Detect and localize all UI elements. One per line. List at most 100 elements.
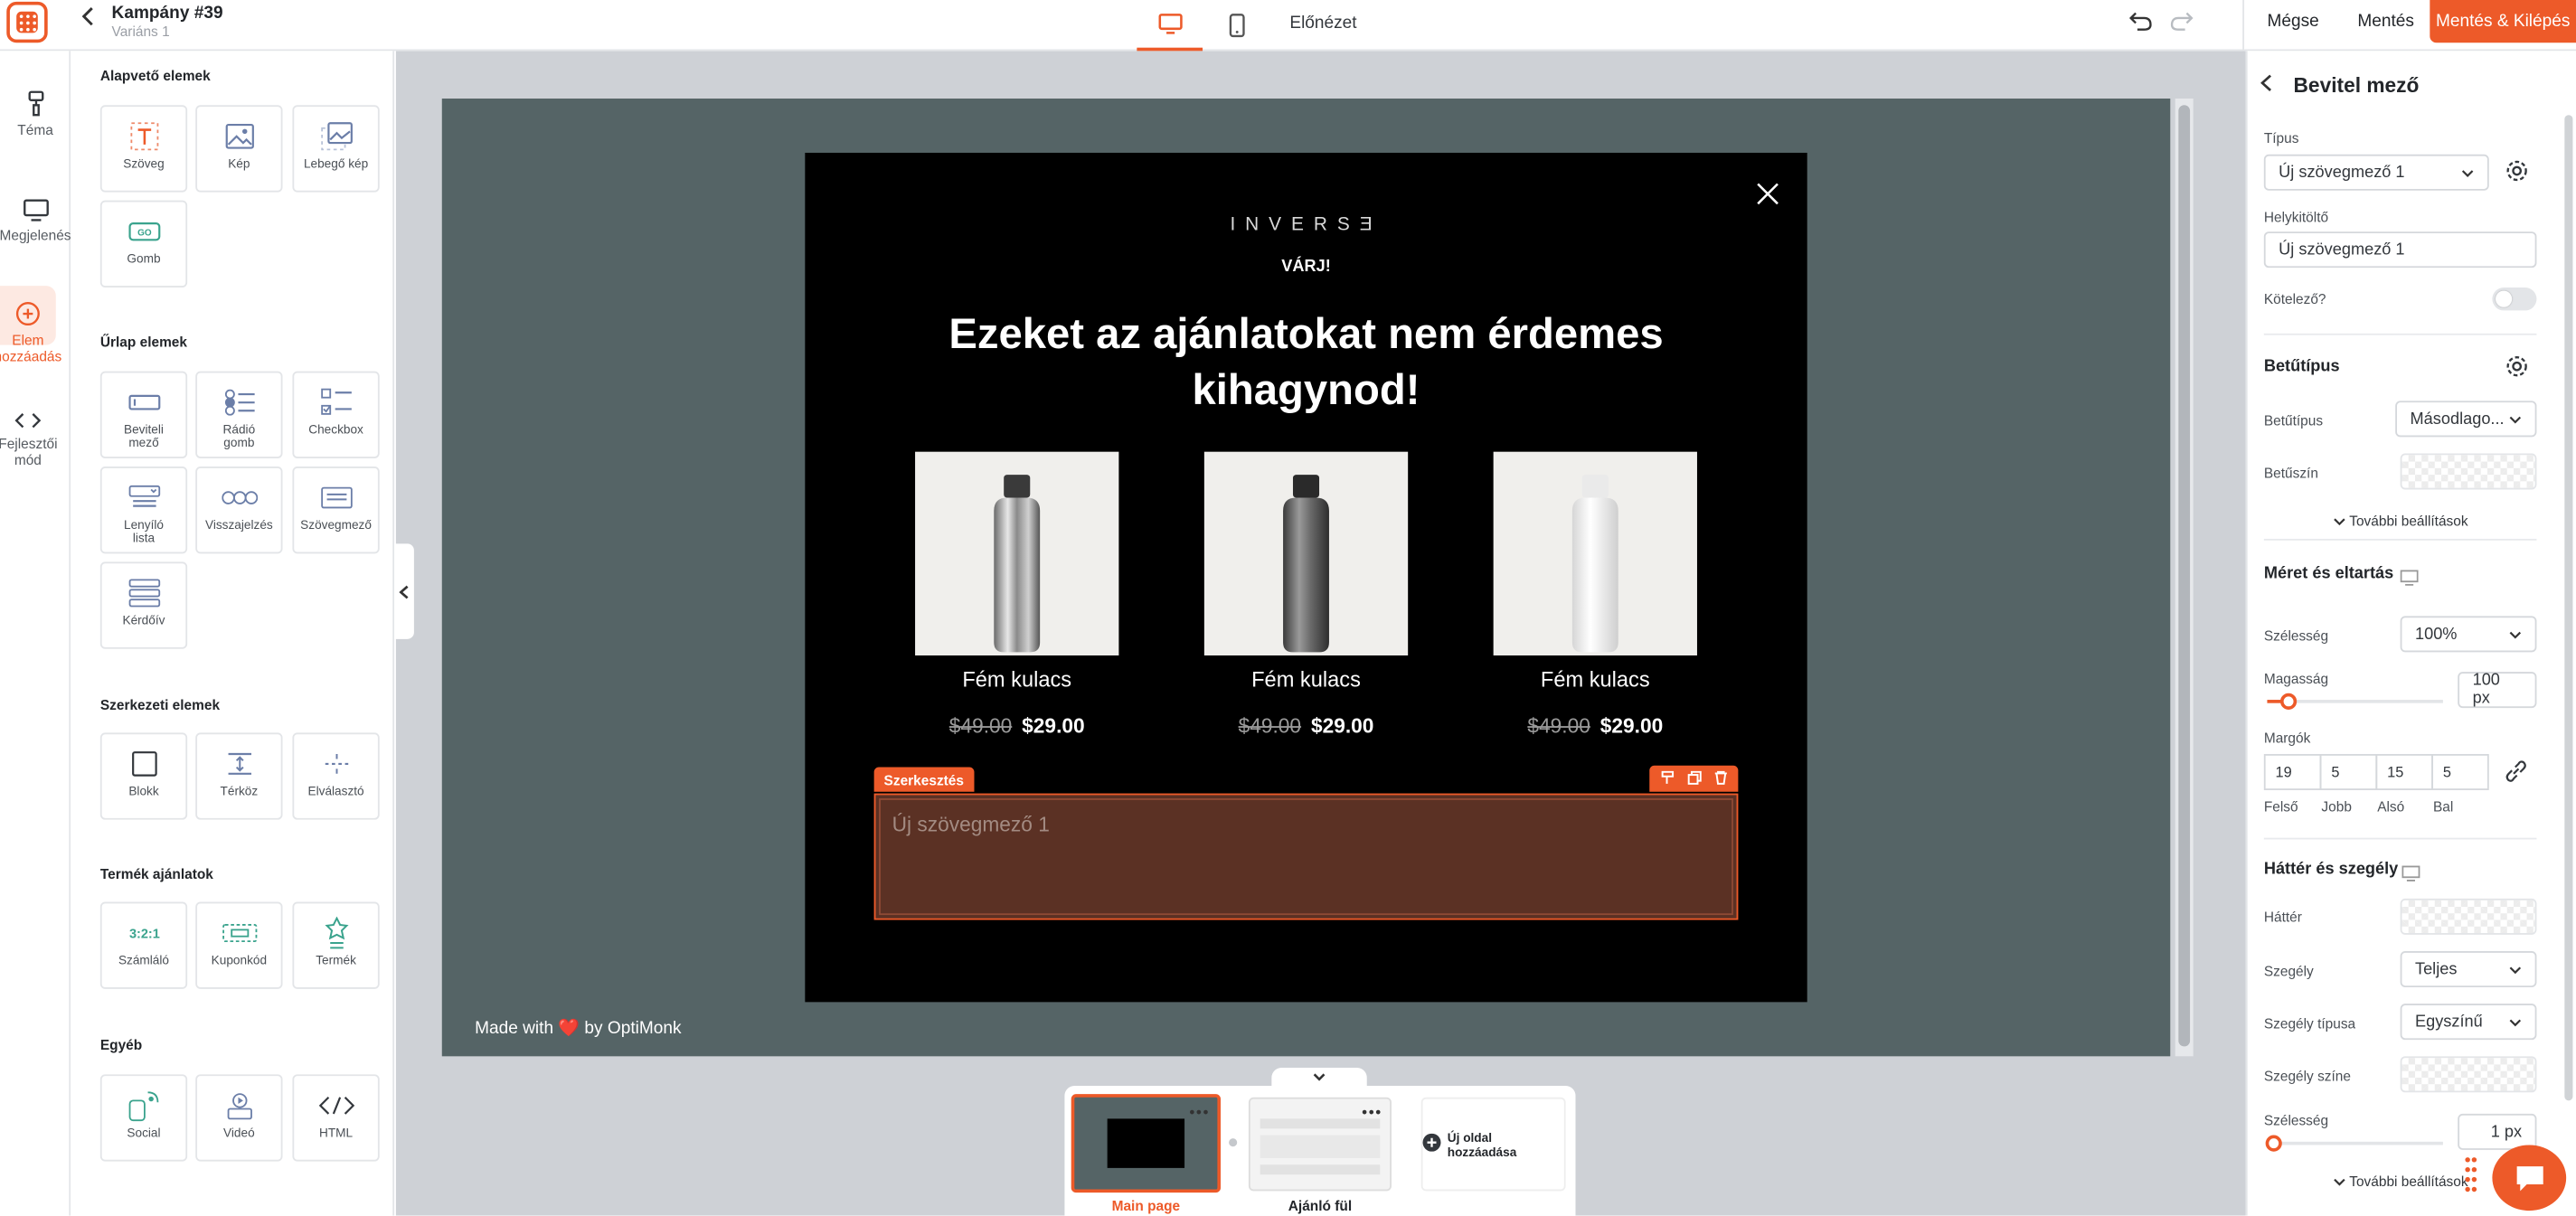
border-type-select[interactable]: Egyszínű <box>2400 1004 2537 1041</box>
element-product[interactable]: Termék <box>292 901 380 989</box>
page-label-offer[interactable]: Ajánló fül <box>1249 1198 1392 1214</box>
pages-collapse-toggle[interactable] <box>1271 1068 1367 1088</box>
element-floating-image[interactable]: Lebegő kép <box>292 105 380 193</box>
countdown-icon: 3:2:1 <box>126 917 162 949</box>
font-color-swatch[interactable] <box>2400 453 2537 490</box>
border-width-slider-handle[interactable] <box>2265 1135 2282 1152</box>
chat-support-button[interactable] <box>2492 1145 2567 1211</box>
back-chevron-icon[interactable] <box>2260 74 2272 97</box>
element-feedback[interactable]: Visszajelzés <box>195 467 283 554</box>
product-name-1[interactable]: Fém kulacs <box>915 667 1118 692</box>
more-settings-link[interactable]: További beállítások <box>2264 513 2537 529</box>
link-icon[interactable] <box>2504 759 2528 791</box>
product-image-1[interactable] <box>915 451 1119 655</box>
edit-tag[interactable]: Szerkesztés <box>873 767 974 792</box>
panel-scrollbar[interactable] <box>2564 115 2573 1101</box>
element-radio-button[interactable]: Rádió gomb <box>195 371 283 458</box>
redo-icon[interactable] <box>2170 10 2194 40</box>
spacer-icon <box>224 748 254 780</box>
nav-item-developer[interactable]: Fejlesztői mód <box>0 410 69 468</box>
trash-icon[interactable] <box>1713 764 1727 794</box>
element-textarea[interactable]: Szövegmező <box>292 467 380 554</box>
element-checkbox[interactable]: Checkbox <box>292 371 380 458</box>
gear-icon[interactable] <box>2504 157 2530 192</box>
border-select[interactable]: Teljes <box>2400 951 2537 988</box>
font-section-title: Betűtípus <box>2263 358 2340 377</box>
copy-icon[interactable] <box>1686 764 1701 794</box>
element-button[interactable]: GO Gomb <box>99 200 188 288</box>
margin-left-input[interactable]: 5 <box>2431 754 2489 790</box>
undo-icon[interactable] <box>2128 10 2152 40</box>
product-price-1[interactable]: $49.00 $29.00 <box>885 714 1148 737</box>
save-button[interactable]: Mentés <box>2345 0 2428 42</box>
html-icon <box>317 1089 354 1122</box>
type-select[interactable]: Új szövegmező 1 <box>2263 154 2489 191</box>
brand-logo[interactable]: INVERSƎ <box>805 215 1807 235</box>
drag-handle-icon[interactable] <box>2465 1156 2478 1207</box>
element-video[interactable]: Videó <box>195 1074 283 1162</box>
add-page-button[interactable]: Új oldal hozzáadása <box>1420 1097 1566 1192</box>
product-image-3[interactable] <box>1493 451 1697 655</box>
product-image-2[interactable] <box>1203 451 1409 655</box>
desktop-view-button[interactable] <box>1137 0 1203 52</box>
preview-button[interactable]: Előnézet <box>1289 14 1356 33</box>
element-coupon[interactable]: Kuponkód <box>195 901 283 989</box>
nav-item-add-element[interactable]: Elem hozzáadás <box>0 301 72 365</box>
font-label: Betűtípus <box>2263 412 2324 429</box>
element-block[interactable]: Blokk <box>99 732 188 820</box>
element-social[interactable]: Social <box>99 1074 188 1162</box>
element-survey[interactable]: Kérdőív <box>99 561 188 649</box>
margin-right-label: Jobb <box>2321 798 2352 815</box>
height-input[interactable]: 100 px <box>2458 672 2537 709</box>
product-name-2[interactable]: Fém kulacs <box>1204 667 1408 692</box>
element-dropdown[interactable]: Lenyíló lista <box>99 467 188 554</box>
radio-icon <box>222 386 255 419</box>
canvas-scroll-thumb[interactable] <box>2178 105 2191 1047</box>
element-input-field[interactable]: Beviteli mező <box>99 371 188 458</box>
gear-icon[interactable] <box>2504 353 2530 388</box>
back-arrow-icon[interactable] <box>81 6 96 31</box>
chevron-left-icon <box>399 584 409 599</box>
paint-format-icon[interactable] <box>1660 764 1675 794</box>
page-label-main[interactable]: Main page <box>1071 1198 1221 1214</box>
element-countdown[interactable]: 3:2:1 Számláló <box>99 901 188 989</box>
nav-item-theme[interactable]: Téma <box>0 90 71 138</box>
social-icon <box>127 1089 160 1122</box>
element-text[interactable]: Szöveg <box>99 105 188 193</box>
product-name-3[interactable]: Fém kulacs <box>1494 667 1697 692</box>
element-spacer[interactable]: Térköz <box>195 732 283 820</box>
button-icon: GO <box>127 215 160 248</box>
popup-close-icon[interactable] <box>1755 181 1781 207</box>
page-options-icon[interactable]: ••• <box>1362 1104 1382 1120</box>
element-image[interactable]: Kép <box>195 105 283 193</box>
border-width-slider-track[interactable] <box>2267 1141 2443 1145</box>
background-color-swatch[interactable] <box>2400 898 2537 935</box>
old-price: $49.00 <box>1527 714 1590 738</box>
placeholder-label: Helykitöltő <box>2263 208 2329 225</box>
nav-label: Elem hozzáadás <box>0 332 62 365</box>
width-select[interactable]: 100% <box>2400 616 2537 653</box>
width-label: Szélesség <box>2263 627 2329 645</box>
font-select[interactable]: Másodlago... <box>2395 401 2537 438</box>
page-options-icon[interactable]: ••• <box>1190 1104 1211 1120</box>
collapse-panel-button[interactable] <box>394 543 414 639</box>
mobile-view-button[interactable] <box>1204 0 1270 51</box>
element-divider[interactable]: Elválasztó <box>292 732 380 820</box>
popup-kicker[interactable]: VÁRJ! <box>805 258 1807 276</box>
product-price-2[interactable]: $49.00 $29.00 <box>1175 714 1438 737</box>
placeholder-input[interactable]: Új szövegmező 1 <box>2263 231 2537 269</box>
height-slider-handle[interactable] <box>2279 693 2297 710</box>
app-logo[interactable] <box>6 1 48 43</box>
cancel-button[interactable]: Mégse <box>2254 0 2332 42</box>
border-color-swatch[interactable] <box>2400 1056 2537 1093</box>
product-price-3[interactable]: $49.00 $29.00 <box>1464 714 1727 737</box>
background-section-title: Háttér és szegély <box>2263 861 2399 880</box>
popup-headline[interactable]: Ezeket az ajánlatokat nem érdemes kihagy… <box>887 306 1725 418</box>
element-html[interactable]: HTML <box>292 1074 380 1162</box>
textarea-placeholder[interactable]: Új szövegmező 1 <box>892 813 1050 835</box>
new-price: $29.00 <box>1599 714 1664 738</box>
margin-bottom-input[interactable]: 15 <box>2375 754 2433 790</box>
margin-top-input[interactable]: 19 <box>2263 754 2322 790</box>
margin-right-input[interactable]: 5 <box>2319 754 2378 790</box>
save-and-exit-button[interactable]: Mentés & Kilépés <box>2430 0 2576 43</box>
